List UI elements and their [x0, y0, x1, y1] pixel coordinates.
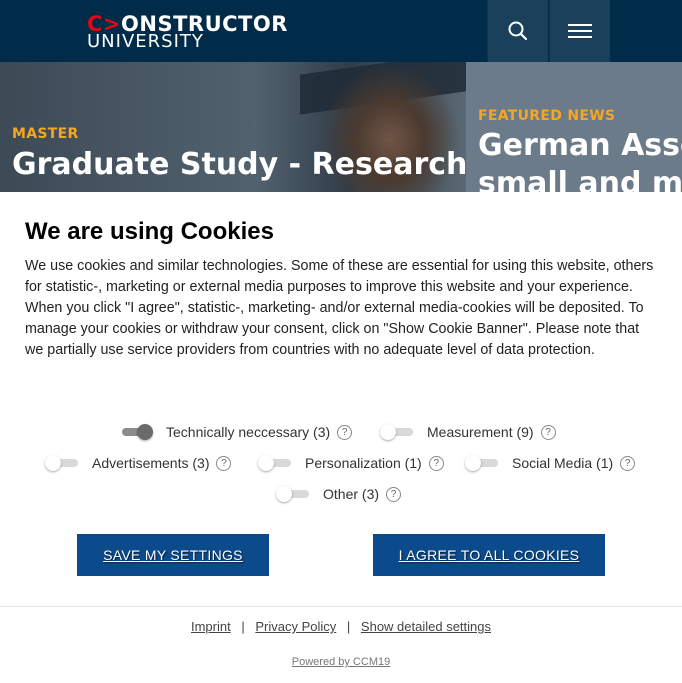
option-technically-necessary: Technically neccessary (3) ? — [119, 424, 353, 440]
cookie-banner-text: We use cookies and similar technologies.… — [25, 258, 654, 358]
option-label-social-media: Social Media (1) — [512, 455, 614, 471]
powered-by: Powered by CCM19 — [0, 656, 682, 668]
logo-wordmark-bottom: UNIVERSITY — [87, 31, 204, 52]
help-icon[interactable]: ? — [337, 424, 353, 440]
option-label-personalization: Personalization (1) — [305, 455, 422, 471]
footer-divider — [0, 606, 682, 607]
hamburger-menu-icon — [568, 24, 592, 38]
show-detailed-settings-link[interactable]: Show detailed settings — [361, 619, 491, 634]
toggle-measurement[interactable] — [380, 424, 414, 440]
hero-kicker-master: MASTER — [12, 126, 79, 142]
option-social-media: Social Media (1) ? — [465, 455, 636, 471]
help-icon[interactable]: ? — [428, 455, 444, 471]
hero-title-master: Graduate Study - Research- — [12, 147, 480, 182]
link-separator: | — [346, 619, 351, 634]
cookie-banner: We are using Cookies We use cookies and … — [0, 192, 682, 683]
hero-slide-news[interactable]: FEATURED NEWS German Asso small and me — [466, 62, 682, 192]
hero-title-news-line2: small and me — [478, 166, 682, 192]
option-other: Other (3) ? — [276, 486, 402, 502]
site-header: C>ONSTRUCTOR UNIVERSITY — [0, 0, 682, 62]
cookie-footer-links: Imprint | Privacy Policy | Show detailed… — [0, 619, 682, 634]
option-personalization: Personalization (1) ? — [258, 455, 444, 471]
help-icon[interactable]: ? — [620, 455, 636, 471]
option-label-advertisements: Advertisements (3) — [92, 455, 210, 471]
toggle-social-media[interactable] — [465, 455, 499, 471]
toggle-technically-necessary[interactable] — [119, 424, 153, 440]
menu-button[interactable] — [549, 0, 610, 62]
cookie-banner-title: We are using Cookies — [25, 218, 274, 245]
agree-all-cookies-button[interactable]: I AGREE TO ALL COOKIES — [373, 534, 605, 576]
hero-title-news-line1: German Asso — [478, 128, 682, 163]
option-label-measurement: Measurement (9) — [427, 424, 534, 440]
help-icon[interactable]: ? — [540, 424, 556, 440]
save-settings-button[interactable]: SAVE MY SETTINGS — [77, 534, 269, 576]
help-icon[interactable]: ? — [216, 455, 232, 471]
hero-carousel: MASTER Graduate Study - Research- FEATUR… — [0, 62, 682, 192]
constructor-university-logo[interactable]: C>ONSTRUCTOR UNIVERSITY — [87, 12, 287, 52]
option-label-other: Other (3) — [323, 486, 380, 502]
imprint-link[interactable]: Imprint — [191, 619, 231, 634]
hero-kicker-news: FEATURED NEWS — [478, 108, 616, 124]
privacy-policy-link[interactable]: Privacy Policy — [255, 619, 336, 634]
toggle-personalization[interactable] — [258, 455, 292, 471]
link-separator: | — [241, 619, 245, 634]
search-button[interactable] — [487, 0, 548, 62]
toggle-other[interactable] — [276, 486, 310, 502]
option-measurement: Measurement (9) ? — [380, 424, 556, 440]
powered-by-ccm19-link[interactable]: Powered by CCM19 — [292, 656, 390, 668]
option-label-technical: Technically neccessary (3) — [166, 424, 331, 440]
hero-slide-master[interactable]: MASTER Graduate Study - Research- — [0, 62, 480, 192]
help-icon[interactable]: ? — [386, 486, 402, 502]
option-advertisements: Advertisements (3) ? — [45, 455, 232, 471]
toggle-advertisements[interactable] — [45, 455, 79, 471]
search-icon — [508, 21, 528, 41]
